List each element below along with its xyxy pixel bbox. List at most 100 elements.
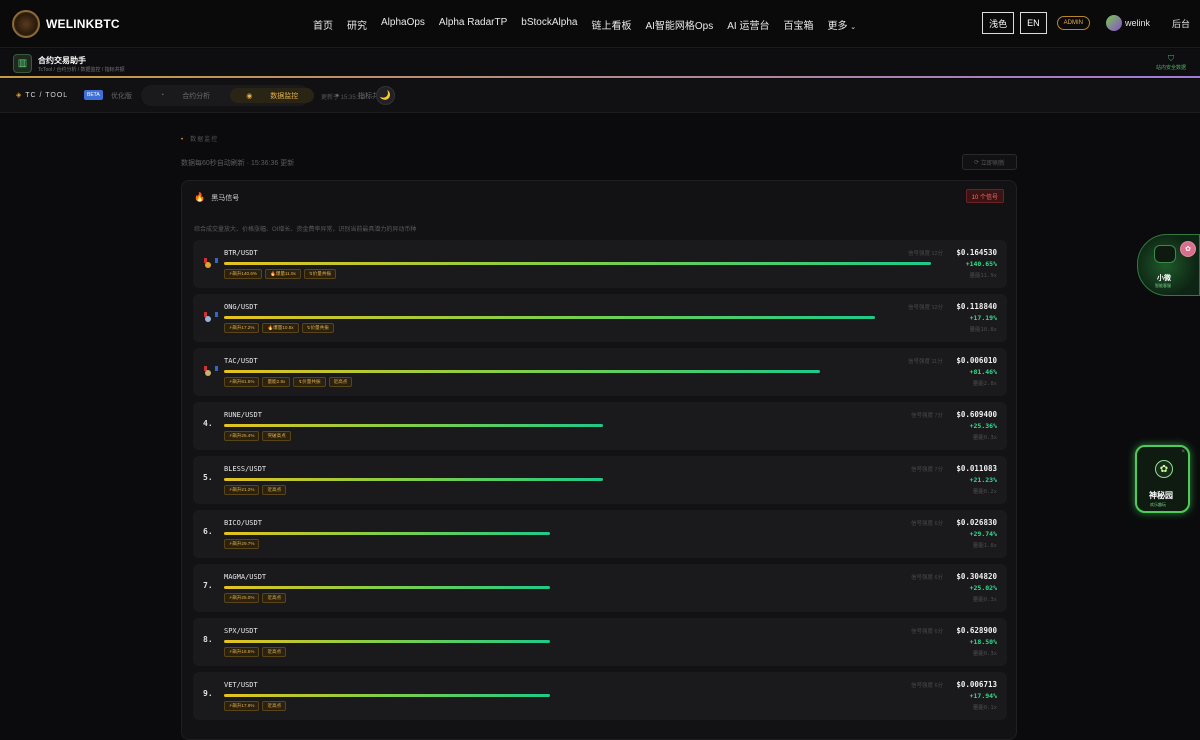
rank-number: 9. xyxy=(203,689,213,698)
user-menu[interactable]: welink xyxy=(1105,15,1150,31)
panel-description: 综合成交量放大、价格涨幅、OI增长、资金费率异常，识别当前最具潜力的异动币种 xyxy=(194,227,417,233)
signal-tag: ⚡飙升17.9% xyxy=(224,701,260,711)
signal-strength-bar xyxy=(224,478,603,481)
logo-icon xyxy=(12,10,40,38)
theme-toggle-button[interactable]: 浅色 xyxy=(982,12,1015,34)
signal-row[interactable]: BTR/USDT ⚡飙升140.6% 🔥爆量11.9x ↯价量共振 信号强度 12分 $0… xyxy=(193,240,1007,288)
nav-item-toolbox[interactable]: 百宝箱 xyxy=(783,17,813,32)
price: $0.006010 xyxy=(956,356,997,365)
nav-item-bstockalpha[interactable]: bStockAlpha xyxy=(521,17,577,32)
brand-name: WELINKBTC xyxy=(46,17,120,31)
nav-item-ai-grid[interactable]: AI智能网格Ops xyxy=(645,17,713,32)
volume-ratio: 量能0.1x xyxy=(972,705,997,711)
signal-row[interactable]: 9. VET/USDT ⚡飙升17.9% 近高点 信号强度 6分 $0.006713 +17… xyxy=(193,672,1007,720)
signal-row[interactable]: 5. BLESS/USDT ⚡飙升21.2% 近高点 信号强度 7分 $0.011083 +… xyxy=(193,456,1007,504)
signal-row[interactable]: 8. SPX/USDT ⚡飙升18.5% 近高点 信号强度 6分 $0.628900 +18… xyxy=(193,618,1007,666)
refresh-button[interactable]: ⟳ 立即刷新 xyxy=(962,154,1017,170)
price-change: +81.46% xyxy=(969,368,997,376)
mystery-garden-widget[interactable]: × ✿ 神秘园 欢乐趣玩 xyxy=(1135,445,1190,513)
username: welink xyxy=(1124,18,1150,28)
tag-list: ⚡飙升25.4% 突破高点 xyxy=(224,431,291,441)
price: $0.026830 xyxy=(956,518,997,527)
price-change: +18.50% xyxy=(969,638,997,646)
tool-title: 合约交易助手 xyxy=(38,56,86,65)
nav-item-research[interactable]: 研究 xyxy=(347,17,367,32)
signal-score: 信号强度 7分 xyxy=(911,413,944,419)
main-menu: 首页 研究 AlphaOps Alpha RadarTP bStockAlpha… xyxy=(313,17,856,32)
symbol: VET/USDT xyxy=(224,681,258,689)
symbol: SPX/USDT xyxy=(224,627,258,635)
nav-item-alpha-radar[interactable]: Alpha RadarTP xyxy=(439,17,507,32)
section-title: • 数据监控 xyxy=(181,134,218,143)
price: $0.006713 xyxy=(956,680,997,689)
signal-score: 信号强度 6分 xyxy=(911,521,944,527)
price: $0.164530 xyxy=(956,248,997,257)
last-updated: 更新于 15:35:32 xyxy=(321,95,365,101)
nav-item-more[interactable]: 更多 ⌄ xyxy=(827,17,856,32)
volume-ratio: 量能0.2x xyxy=(972,489,997,495)
price-change: +140.65% xyxy=(965,260,997,268)
nav-actions: 浅色 EN ADMIN welink 后台 xyxy=(982,12,1190,34)
signal-strength-bar xyxy=(224,424,603,427)
tag-list: ⚡飙升17.9% 近高点 xyxy=(224,701,287,711)
nav-item-onchain-board[interactable]: 链上看板 xyxy=(591,17,631,32)
nav-item-ai-ops[interactable]: AI 运营台 xyxy=(727,17,769,32)
tc-tool-brand: ◈ TC / TOOL xyxy=(16,91,68,99)
price-change: +17.94% xyxy=(969,692,997,700)
price-change: +25.36% xyxy=(969,422,997,430)
signal-tag: 🔥爆量10.8x xyxy=(262,323,299,333)
price-change: +29.74% xyxy=(969,530,997,538)
close-icon[interactable]: × xyxy=(1181,449,1185,455)
signal-score: 信号强度 6分 xyxy=(911,683,944,689)
signal-tag: ⚡飙升25.4% xyxy=(224,431,260,441)
diamond-icon: ◈ xyxy=(16,92,23,99)
beta-badge: BETA xyxy=(84,90,103,100)
volume-ratio: 量能11.9x xyxy=(969,273,997,279)
brand-logo[interactable]: WELINKBTC xyxy=(12,10,120,38)
volume-ratio: 量能0.3x xyxy=(972,597,997,603)
signal-strength-bar xyxy=(224,586,550,589)
garden-name: 神秘园 xyxy=(1149,491,1173,500)
signal-score: 信号强度 6分 xyxy=(911,629,944,635)
signal-score: 信号强度 6分 xyxy=(911,575,944,581)
dark-horse-panel: 🔥 黑马信号 10 个信号 综合成交量放大、价格涨幅、OI增长、资金费率异常，识… xyxy=(181,180,1017,740)
assistant-widget[interactable]: ✿ 小微 智能客服 xyxy=(1137,234,1200,296)
price: $0.628900 xyxy=(956,626,997,635)
symbol: RUNE/USDT xyxy=(224,411,262,419)
nav-item-home[interactable]: 首页 xyxy=(313,17,333,32)
signal-row[interactable]: TAC/USDT ⚡飙升81.5% 量能2.8x ↯价量共振 近高点 信号强度 11分 $0… xyxy=(193,348,1007,396)
main-content: • 数据监控 数据每60秒自动刷新 · 15:36:36 更新 ⟳ 立即刷新 🔥 … xyxy=(0,114,1200,740)
symbol: MAGMA/USDT xyxy=(224,573,267,581)
dark-mode-button[interactable]: 🌙 xyxy=(376,86,395,105)
tab-data-monitor[interactable]: ◉ 数据监控 xyxy=(230,88,315,103)
symbol: TAC/USDT xyxy=(224,357,258,365)
tab-label: 合约分析 xyxy=(182,92,211,100)
tag-list: ⚡飙升29.7% xyxy=(224,539,260,549)
security-label: 站内安全数据 xyxy=(1155,65,1186,71)
tag-list: ⚡飙升21.2% 近高点 xyxy=(224,485,287,495)
volume-ratio: 量能10.8x xyxy=(969,327,997,333)
signal-strength-bar xyxy=(224,370,820,373)
language-button[interactable]: EN xyxy=(1020,12,1047,34)
moon-icon: 🌙 xyxy=(379,90,392,100)
robot-icon xyxy=(1154,245,1176,263)
symbol: BLESS/USDT xyxy=(224,465,267,473)
signal-row[interactable]: ONG/USDT ⚡飙升17.2% 🔥爆量10.8x ↯价量共振 信号强度 12分 $0.… xyxy=(193,294,1007,342)
section-title-label: 数据监控 xyxy=(190,137,219,143)
optimized-label: 优化版 xyxy=(111,93,132,100)
avatar xyxy=(1105,15,1122,31)
price-change: +21.23% xyxy=(969,476,997,484)
tc-tool-label: TC / TOOL xyxy=(25,92,69,99)
medal-icon xyxy=(203,258,218,270)
tab-contract-analysis[interactable]: ◔ 合约分析 xyxy=(144,88,226,103)
signal-row[interactable]: 7. MAGMA/USDT ⚡飙升25.0% 近高点 信号强度 6分 $0.304820 +… xyxy=(193,564,1007,612)
nav-item-alphaops[interactable]: AlphaOps xyxy=(381,17,425,32)
fire-icon: 🔥 xyxy=(194,192,206,202)
signal-strength-bar xyxy=(224,532,550,535)
price: $0.011083 xyxy=(956,464,997,473)
volume-ratio: 量能2.8x xyxy=(972,381,997,387)
price: $0.609400 xyxy=(956,410,997,419)
signal-row[interactable]: 4. RUNE/USDT ⚡飙升25.4% 突破高点 信号强度 7分 $0.609400 +… xyxy=(193,402,1007,450)
signal-row[interactable]: 6. BICO/USDT ⚡飙升29.7% 信号强度 6分 $0.026830 +29.7… xyxy=(193,510,1007,558)
admin-backend-link[interactable]: 后台 xyxy=(1172,17,1190,30)
